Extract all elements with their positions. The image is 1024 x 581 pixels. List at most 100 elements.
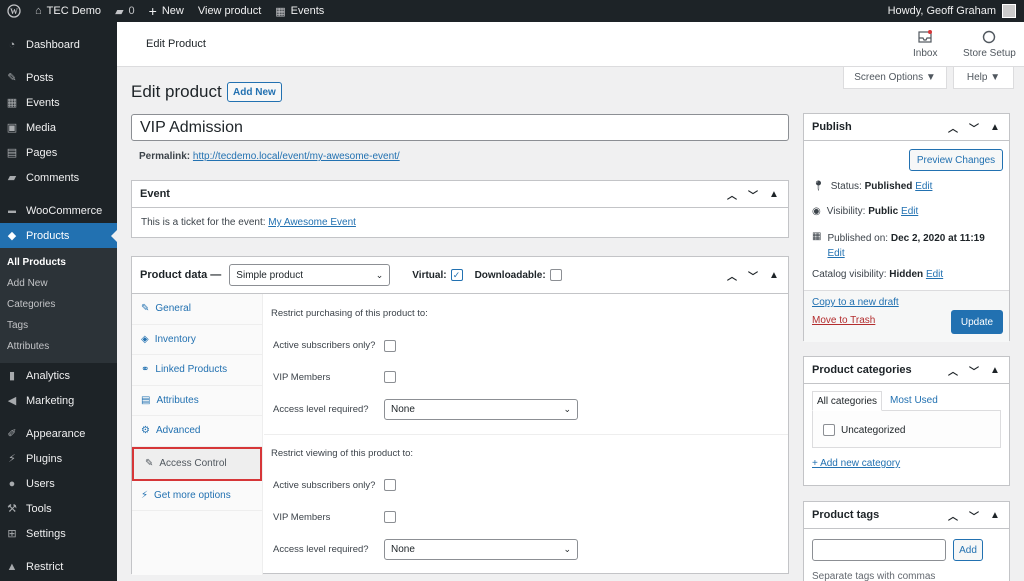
collapse-toggle-icon[interactable]: ▲ [989, 365, 1001, 376]
sidebar-item-plugins[interactable]: ⚡ Plugins [0, 446, 117, 471]
events-link[interactable]: ▦ Events [268, 0, 331, 22]
purchase-vip-members-checkbox[interactable] [384, 371, 396, 383]
uncategorized-checkbox[interactable] [823, 424, 835, 436]
sidebar-item-pages[interactable]: ▤ Pages [0, 140, 117, 165]
sidebar-item-dashboard[interactable]: ◔ Dashboard [0, 32, 117, 57]
product-title-input[interactable] [131, 114, 789, 141]
add-new-button[interactable]: Add New [227, 82, 282, 102]
move-up-icon[interactable]: ︿ [947, 120, 959, 135]
wrench-icon: ⚒ [7, 503, 17, 515]
chevron-down-icon: ⌄ [563, 544, 571, 554]
sidebar-item-settings[interactable]: ⊞ Settings [0, 521, 117, 546]
comment-icon: ▰ [7, 172, 17, 184]
woo-icon: ▬ [8, 206, 16, 215]
virtual-checkbox[interactable]: ✓ [450, 269, 463, 281]
account-menu[interactable]: Howdy, Geoff Graham [888, 4, 1024, 18]
submenu-add-new[interactable]: Add New [0, 273, 117, 294]
chevron-down-icon: ⌄ [563, 404, 571, 414]
sidebar-item-events[interactable]: ▦ Events [0, 90, 117, 115]
tab-inventory[interactable]: ◈ Inventory [132, 325, 262, 355]
edit-status-link[interactable]: Edit [915, 181, 932, 192]
preview-changes-button[interactable]: Preview Changes [909, 149, 1003, 171]
new-content-link[interactable]: + New [142, 0, 191, 22]
view-vip-members-checkbox[interactable] [384, 511, 396, 523]
copy-draft-link[interactable]: Copy to a new draft [812, 297, 899, 308]
link-icon: ⚭ [141, 364, 150, 376]
wordpress-logo-icon[interactable]: W [0, 0, 28, 22]
submenu-attributes[interactable]: Attributes [0, 336, 117, 357]
add-tag-button[interactable]: Add [953, 539, 983, 561]
site-name-link[interactable]: ⌂ TEC Demo [28, 0, 108, 22]
event-link[interactable]: My Awesome Event [268, 217, 356, 228]
box-icon: ◆ [7, 230, 17, 242]
collapse-toggle-icon[interactable]: ▲ [989, 510, 1001, 521]
sidebar-item-appearance[interactable]: ✐ Appearance [0, 421, 117, 446]
tags-hint: Separate tags with commas [812, 571, 936, 581]
move-up-icon[interactable]: ︿ [726, 187, 738, 202]
view-product-link[interactable]: View product [191, 0, 268, 22]
view-access-level-select[interactable]: None ⌄ [384, 539, 578, 560]
sidebar-item-media[interactable]: ▣ Media [0, 115, 117, 140]
tab-general[interactable]: ✎ General [132, 294, 262, 325]
downloadable-checkbox[interactable] [549, 269, 562, 281]
move-down-icon[interactable]: ﹀ [968, 363, 980, 378]
sidebar-item-posts[interactable]: ✎ Posts [0, 65, 117, 90]
permalink-link[interactable]: http://tecdemo.local/event/my-awesome-ev… [193, 151, 400, 162]
list-icon: ▤ [141, 394, 151, 406]
product-type-select[interactable]: Simple product ⌄ [229, 264, 391, 286]
move-to-trash-link[interactable]: Move to Trash [812, 315, 875, 326]
add-new-category-link[interactable]: + Add new category [812, 458, 900, 469]
wrench-icon: ✎ [145, 458, 154, 469]
sidebar-item-tools[interactable]: ⚒ Tools [0, 496, 117, 521]
home-icon: ⌂ [35, 5, 42, 17]
sidebar-item-users[interactable]: ● Users [0, 471, 117, 496]
tab-advanced[interactable]: ⚙ Advanced [132, 416, 262, 447]
move-down-icon[interactable]: ﹀ [747, 268, 759, 283]
tab-attributes[interactable]: ▤ Attributes [132, 386, 262, 416]
sidebar-item-analytics[interactable]: ▮ Analytics [0, 363, 117, 388]
update-button[interactable]: Update [951, 310, 1003, 334]
submenu-all-products[interactable]: All Products [0, 252, 117, 273]
view-active-subscribers-checkbox[interactable] [384, 479, 396, 491]
move-up-icon[interactable]: ︿ [947, 508, 959, 523]
comments-link[interactable]: ▰ 0 [108, 0, 142, 22]
screen-options-button[interactable]: Screen Options ▼ [843, 67, 947, 89]
purchase-access-level-select[interactable]: None ⌄ [384, 399, 578, 420]
collapse-toggle-icon[interactable]: ▲ [989, 122, 1001, 133]
help-button[interactable]: Help ▼ [953, 67, 1014, 89]
collapse-toggle-icon[interactable]: ▲ [768, 270, 780, 281]
tag-icon: ◈ [141, 333, 149, 345]
settings-icon: ⊞ [7, 528, 17, 540]
sidebar-item-marketing[interactable]: ◀ Marketing [0, 388, 117, 413]
move-down-icon[interactable]: ﹀ [968, 508, 980, 523]
sidebar-item-comments[interactable]: ▰ Comments [0, 165, 117, 190]
store-setup-button[interactable]: Store Setup [963, 30, 1016, 59]
brush-icon: ✐ [7, 428, 17, 440]
tab-linked-products[interactable]: ⚭ Linked Products [132, 355, 262, 386]
sidebar-item-woocommerce[interactable]: ▬ WooCommerce [0, 198, 117, 223]
tag-input[interactable] [812, 539, 946, 561]
media-icon: ▣ [6, 122, 18, 134]
collapse-toggle-icon[interactable]: ▲ [768, 189, 780, 200]
sidebar-item-restrict[interactable]: ▲ Restrict [0, 554, 117, 579]
move-up-icon[interactable]: ︿ [726, 268, 738, 283]
calendar-icon: ▦ [275, 5, 286, 18]
tab-all-categories[interactable]: All categories [812, 391, 883, 411]
edit-visibility-link[interactable]: Edit [901, 206, 918, 217]
purchase-active-subscribers-checkbox[interactable] [384, 340, 396, 352]
svg-text:W: W [10, 7, 18, 16]
submenu-categories[interactable]: Categories [0, 294, 117, 315]
submenu-tags[interactable]: Tags [0, 315, 117, 336]
inbox-button[interactable]: Inbox [913, 30, 937, 59]
permalink: Permalink: http://tecdemo.local/event/my… [139, 151, 400, 162]
edit-catalog-link[interactable]: Edit [926, 269, 943, 280]
move-down-icon[interactable]: ﹀ [747, 187, 759, 202]
move-down-icon[interactable]: ﹀ [968, 120, 980, 135]
edit-date-link[interactable]: Edit [827, 248, 844, 259]
move-up-icon[interactable]: ︿ [947, 363, 959, 378]
tab-access-control[interactable]: ✎ Access Control [132, 446, 262, 481]
sidebar-item-products[interactable]: ◆ Products [0, 223, 117, 248]
tab-most-used[interactable]: Most Used [890, 395, 938, 406]
plugin-icon: ⚡ [141, 489, 149, 501]
tab-get-more-options[interactable]: ⚡ Get more options [132, 481, 262, 511]
